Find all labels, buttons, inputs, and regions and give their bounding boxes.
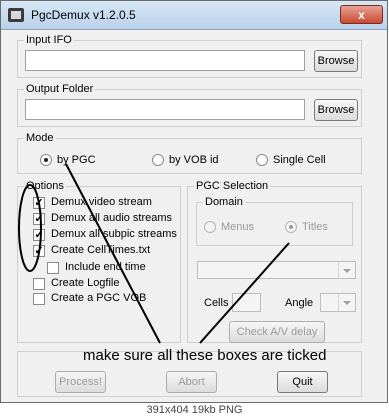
annotation-line-right <box>199 242 290 344</box>
annotation-line-left <box>65 163 161 344</box>
annotation-circle <box>18 184 42 272</box>
image-status-bar: 391x404 19kb PNG <box>0 403 389 417</box>
annotation-text: make sure all these boxes are ticked <box>83 347 327 364</box>
